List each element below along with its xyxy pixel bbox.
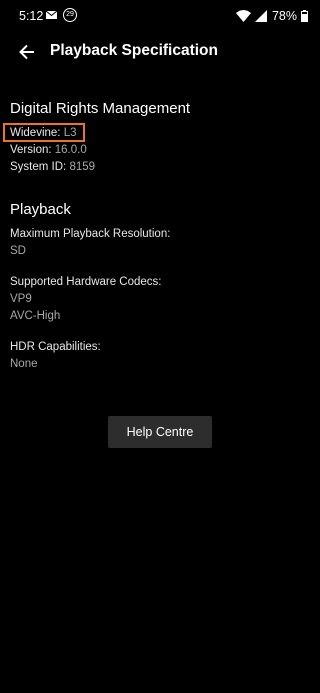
status-icons: 78% — [235, 7, 308, 25]
system-id-label: System ID: — [10, 161, 67, 173]
mail-icon — [46, 11, 57, 19]
max-resolution-value: SD — [10, 245, 26, 257]
version-label: Version: — [10, 144, 52, 156]
version-value: 16.0.0 — [54, 144, 87, 156]
signal-icon — [254, 10, 267, 22]
battery-icon — [301, 10, 308, 22]
codecs-label: Supported Hardware Codecs: — [10, 276, 162, 288]
hdr-value: None — [10, 358, 38, 370]
hdr-label: HDR Capabilities: — [10, 341, 101, 353]
codec-item: VP9 — [10, 293, 32, 305]
help-centre-button[interactable]: Help Centre — [108, 416, 212, 448]
system-id-row: System ID: 8159 — [10, 159, 310, 176]
drm-heading: Digital Rights Management — [10, 100, 191, 117]
arrow-left-icon — [19, 44, 34, 60]
status-time: 5:12 — [19, 9, 44, 23]
codec-item: AVC-High — [10, 310, 61, 322]
page-title: Playback Specification — [50, 42, 218, 59]
battery-percent: 78% — [271, 9, 297, 23]
system-id-value: 8159 — [69, 161, 96, 173]
wifi-icon — [235, 10, 251, 22]
notification-count-badge: 29 — [63, 8, 77, 22]
widevine-highlight-box — [3, 123, 85, 142]
back-button[interactable] — [14, 40, 40, 64]
playback-heading: Playback — [10, 201, 71, 218]
version-row: Version: 16.0.0 — [10, 142, 310, 159]
playback-section: Playback Maximum Playback Resolution: SD… — [10, 201, 310, 373]
max-resolution-label: Maximum Playback Resolution: — [10, 228, 171, 240]
app-bar: Playback Specification — [0, 32, 320, 72]
status-bar: 5:12 29 78% — [0, 0, 320, 32]
